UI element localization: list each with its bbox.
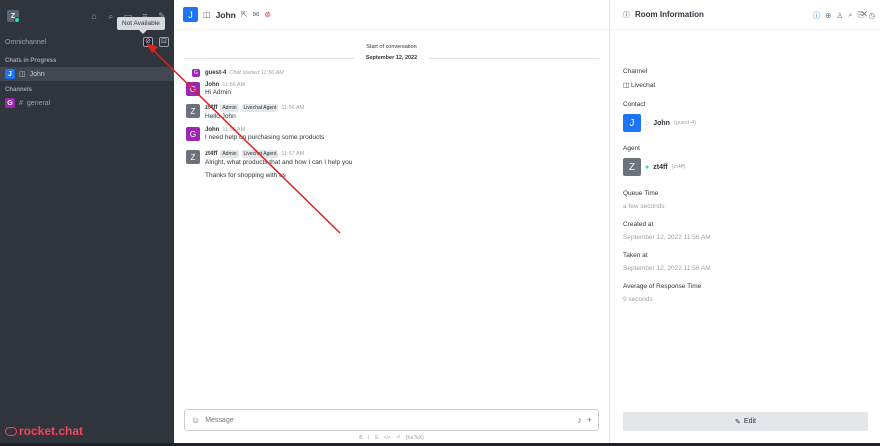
plus-icon[interactable]: +: [587, 415, 592, 425]
list-item: G guest-4 Chat started 11:56 AM: [186, 69, 284, 77]
agent-name[interactable]: zt4ff: [653, 164, 667, 171]
formatting-toolbar[interactable]: B I S </> ⏎ {KaTeX}: [174, 435, 609, 441]
message-body: Alright, what products that and how I ca…: [205, 159, 353, 166]
rocketchat-bubble-icon: [5, 426, 17, 436]
message-body: I need help on purchasing some products: [205, 134, 325, 141]
list-item: G John 11:56 AM Hi Admin: [186, 82, 245, 96]
avatar[interactable]: Z: [186, 104, 200, 118]
sidebar-item-label: John: [29, 70, 45, 78]
message-username[interactable]: zt4ff: [205, 105, 217, 111]
section-title-channels: Channels: [5, 87, 33, 93]
sidebar-item-label: general: [26, 99, 51, 107]
status-offline-icon: ○: [645, 119, 650, 127]
role-badge: Livechat Agent: [241, 104, 279, 112]
status-online-icon: ●: [645, 163, 650, 171]
panel-title: Room Information: [635, 10, 704, 19]
avatar[interactable]: G: [186, 82, 200, 96]
sidebar-item-john[interactable]: J ◫ John: [0, 67, 174, 81]
contact-icon[interactable]: ♙: [837, 11, 844, 20]
search-icon[interactable]: ⌕: [106, 11, 116, 21]
list-item: G John 11:56 AM I need help on purchasin…: [186, 127, 324, 141]
avatar: J: [5, 69, 15, 79]
omnichannel-bar: Omnichannel ⊘ ⊡: [0, 32, 174, 52]
contact-name[interactable]: John: [653, 120, 670, 127]
rocketchat-logo: rocket.chat: [5, 424, 83, 438]
created-at-field: Created at September 12, 2022 11:56 AM: [623, 221, 711, 241]
message-body: Thanks for shopping with us: [205, 172, 286, 179]
role-badge: Admin: [220, 150, 239, 158]
tooltip-not-available: Not Available: [117, 17, 165, 34]
taken-at-field: Taken at September 12, 2022 11:56 AM: [623, 252, 711, 272]
message-username[interactable]: zt4ff: [205, 151, 217, 157]
room-info-panel: ⓘ Room Information ✕ Channel ◫ Livechat …: [611, 0, 880, 446]
room-avatar[interactable]: J: [183, 7, 198, 22]
room-title[interactable]: John: [216, 10, 236, 20]
edit-button[interactable]: ✎ Edit: [623, 412, 868, 431]
message-username[interactable]: John: [205, 82, 219, 88]
current-chats-icon[interactable]: ⊕: [825, 11, 831, 20]
room-header: J ◫ John ⇱ ✉ ⊗: [174, 0, 609, 30]
livechat-icon: ◫: [19, 71, 26, 78]
sidebar: Z ⌂ ⌕ ▭ ≡ ✎ Not Available Omnichannel ⊘ …: [0, 0, 174, 446]
transcript-icon[interactable]: ✉: [253, 10, 260, 19]
message-time: 11:57 AM: [281, 151, 305, 157]
livechat-icon: ◫: [203, 10, 211, 19]
attachment-icon[interactable]: ⎘: [857, 10, 863, 20]
list-item: Z zt4ff Admin Livechat Agent 11:57 AM Al…: [186, 150, 352, 179]
message-username[interactable]: John: [205, 127, 219, 133]
message-time: 11:56 AM: [222, 82, 246, 88]
avatar: G: [192, 69, 200, 77]
message-input[interactable]: [205, 416, 573, 424]
livechat-icon: ◫: [623, 82, 631, 89]
contact-username: (guest-4): [673, 120, 696, 126]
message-time: 11:56 AM: [222, 127, 246, 133]
move-to-queue-icon[interactable]: ⇱: [241, 10, 248, 19]
microphone-icon[interactable]: ♪: [577, 415, 582, 425]
omnichannel-status-toggle-icon[interactable]: ⊘: [143, 37, 153, 47]
queue-time-field: Queue Time a few seconds: [623, 190, 665, 210]
conversation-start: Start of conversation: [366, 44, 417, 50]
message-username[interactable]: guest-4: [205, 70, 226, 76]
avg-response-field: Average of Response Time 9 seconds: [623, 283, 702, 303]
message-time: Chat started 11:56 AM: [229, 70, 284, 76]
channel-field: Channel ◫ Livechat: [623, 68, 656, 89]
date-divider: September 12, 2022: [174, 55, 609, 61]
emoji-icon[interactable]: ☺: [191, 415, 200, 425]
avatar: G: [5, 98, 15, 108]
message-body: Hello John: [205, 113, 236, 120]
chat-main: J ◫ John ⇱ ✉ ⊗ Start of conversation Sep…: [174, 0, 610, 446]
agent-field: Agent Z ● zt4ff (zt4ff): [623, 145, 686, 176]
history-icon[interactable]: ◷: [868, 11, 875, 20]
room-info-icon[interactable]: ⓘ: [813, 10, 821, 21]
sidebar-item-general[interactable]: G # general: [0, 96, 174, 110]
hash-icon: #: [19, 99, 23, 107]
role-badge: Livechat Agent: [241, 150, 279, 158]
pencil-icon: ✎: [735, 418, 741, 426]
contact-field: Contact J ○ John (guest-4): [623, 101, 696, 132]
message-time: 11:56 AM: [281, 105, 305, 111]
search-messages-icon[interactable]: ⌕: [848, 10, 852, 20]
omnichannel-contact-center-icon[interactable]: ⊡: [159, 37, 169, 47]
avatar[interactable]: Z: [186, 150, 200, 164]
avatar[interactable]: J: [623, 114, 641, 132]
header-toolbar: ⓘ ⊕ ♙ ⌕ ⎘ ◷: [813, 0, 880, 30]
workspace-avatar[interactable]: Z: [7, 10, 20, 23]
info-icon: ⓘ: [623, 11, 630, 19]
message-composer: ☺ ♪ +: [184, 409, 599, 431]
list-item: Z zt4ff Admin Livechat Agent 11:56 AM He…: [186, 104, 304, 120]
message-body: Hi Admin: [205, 89, 232, 96]
role-badge: Admin: [220, 104, 239, 112]
home-icon[interactable]: ⌂: [89, 11, 99, 21]
omnichannel-title: Omnichannel: [5, 38, 47, 46]
close-chat-icon[interactable]: ⊗: [264, 10, 271, 19]
avatar[interactable]: Z: [623, 158, 641, 176]
avatar[interactable]: G: [186, 127, 200, 141]
agent-username: (zt4ff): [671, 164, 686, 170]
section-title-chats-in-progress: Chats in Progress: [5, 58, 57, 64]
